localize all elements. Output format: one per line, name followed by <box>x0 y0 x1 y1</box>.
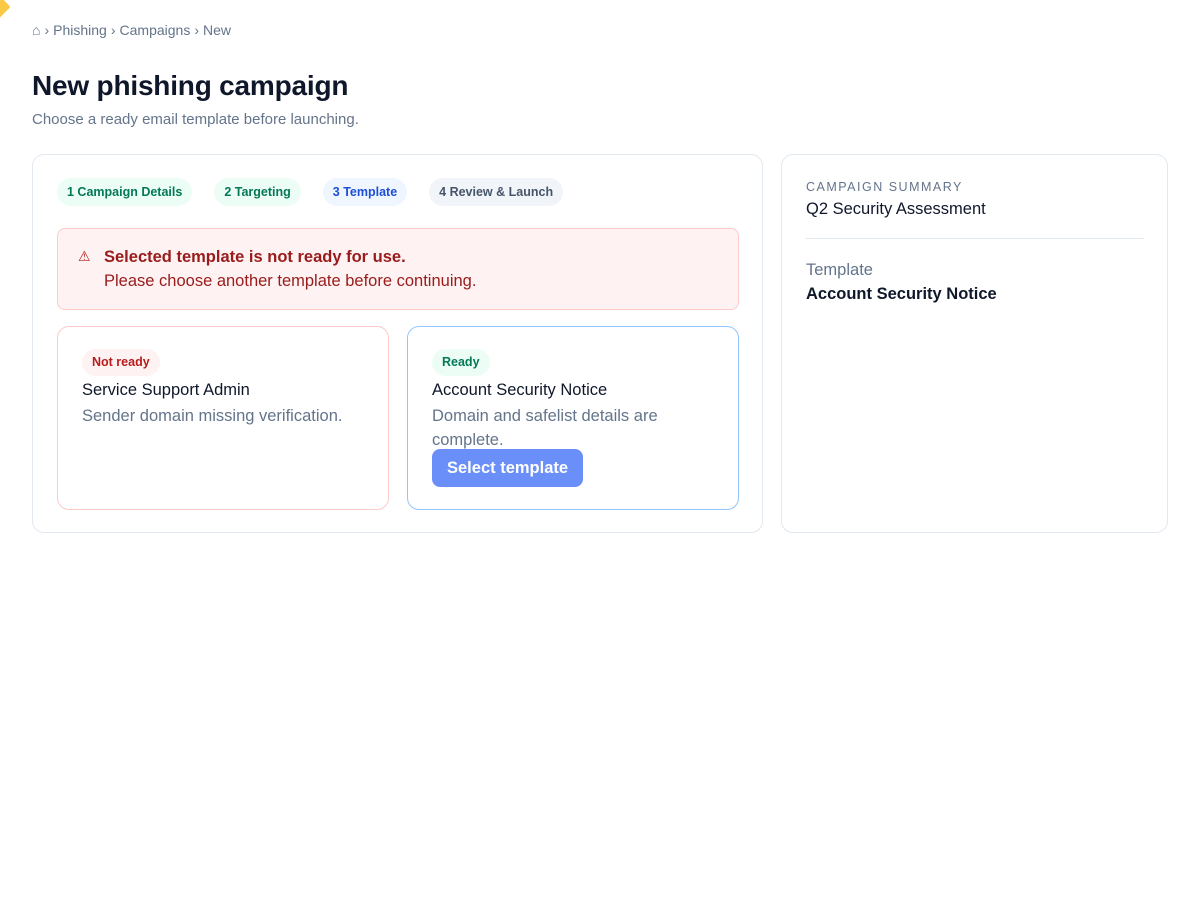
alert-title: Selected template is not ready for use. <box>104 248 406 266</box>
template-name: Account Security Notice <box>432 381 608 399</box>
campaign-summary-panel: CAMPAIGN SUMMARY Q2 Security Assessment … <box>781 154 1168 533</box>
breadcrumb-separator: › <box>110 22 116 38</box>
breadcrumb-current: New <box>203 22 232 38</box>
wizard-steps: 1 Campaign Details 2 Targeting 3 Templat… <box>57 178 564 206</box>
step-campaign-details[interactable]: 1 Campaign Details <box>57 178 193 206</box>
template-description: Sender domain missing verification. <box>82 407 343 425</box>
page-title: New phishing campaign <box>32 70 349 101</box>
template-description: Domain and safelist details are complete… <box>432 407 658 449</box>
home-icon[interactable]: ⌂ <box>32 22 40 38</box>
template-name: Service Support Admin <box>82 381 250 399</box>
warning-icon: ⚠ <box>78 248 91 264</box>
breadcrumb-phishing[interactable]: Phishing <box>53 22 107 38</box>
select-template-button[interactable]: Select template <box>432 449 584 487</box>
divider <box>806 238 1144 239</box>
summary-template-label: Template <box>806 261 873 279</box>
summary-template-value: Account Security Notice <box>806 285 997 303</box>
step-review-launch[interactable]: 4 Review & Launch <box>429 178 564 206</box>
breadcrumb: ⌂ › Phishing › Campaigns › New <box>32 22 231 38</box>
summary-heading: CAMPAIGN SUMMARY <box>806 180 963 194</box>
page-subtitle: Choose a ready email template before lau… <box>32 111 359 128</box>
campaign-name: Q2 Security Assessment <box>806 200 986 218</box>
corner-decoration <box>0 0 11 20</box>
error-alert: ⚠ Selected template is not ready for use… <box>57 228 739 310</box>
alert-message: Please choose another template before co… <box>104 272 477 290</box>
template-selection-panel: 1 Campaign Details 2 Targeting 3 Templat… <box>32 154 763 533</box>
template-card-service-support-admin[interactable]: Not ready Service Support Admin Sender d… <box>57 326 389 510</box>
breadcrumb-separator: › <box>194 22 200 38</box>
template-card-account-security-notice[interactable]: Ready Account Security Notice Domain and… <box>407 326 739 510</box>
status-badge: Ready <box>432 349 490 376</box>
breadcrumb-separator: › <box>44 22 50 38</box>
step-template[interactable]: 3 Template <box>322 178 408 206</box>
status-badge: Not ready <box>82 349 160 376</box>
step-targeting[interactable]: 2 Targeting <box>214 178 301 206</box>
breadcrumb-campaigns[interactable]: Campaigns <box>120 22 191 38</box>
